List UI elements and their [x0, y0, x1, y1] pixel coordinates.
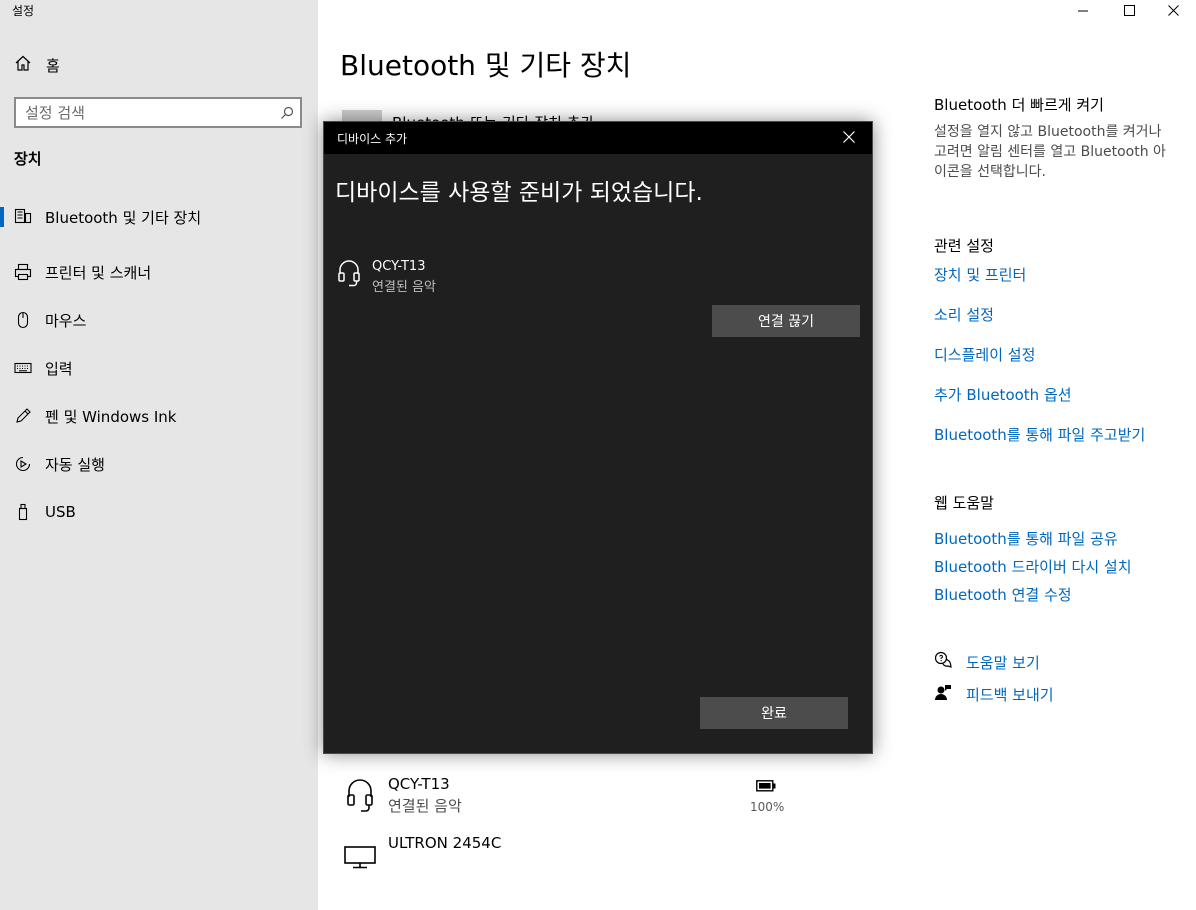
- search-icon[interactable]: [274, 106, 300, 120]
- sidebar-item-mouse[interactable]: 마우스: [0, 296, 318, 344]
- dialog-device-item: QCY-T13 연결된 음악: [337, 259, 436, 295]
- device-name: ULTRON 2454C: [388, 834, 502, 852]
- done-button[interactable]: 완료: [700, 697, 848, 729]
- chat-help-icon: [934, 651, 952, 673]
- sidebar: 설정 홈 장치 Bluetooth 및 기타 장치 프린터 및 스캐너: [0, 0, 318, 910]
- sidebar-nav: Bluetooth 및 기타 장치 프린터 및 스캐너 마우스 입력 펜 및 W…: [0, 200, 318, 536]
- minimize-button[interactable]: [1060, 0, 1106, 20]
- link-sound-settings[interactable]: 소리 설정: [934, 304, 994, 325]
- battery-percent: 100%: [750, 800, 785, 814]
- give-feedback-link[interactable]: 피드백 보내기: [934, 683, 1054, 705]
- feedback-icon: [934, 683, 952, 705]
- give-feedback-label: 피드백 보내기: [966, 685, 1054, 704]
- get-help-link[interactable]: 도움말 보기: [934, 651, 1040, 673]
- link-reinstall-driver[interactable]: Bluetooth 드라이버 다시 설치: [934, 556, 1132, 577]
- device-item-qcy[interactable]: QCY-T13 연결된 음악: [340, 775, 462, 816]
- sidebar-item-typing[interactable]: 입력: [0, 344, 318, 392]
- minimize-icon: [1078, 1, 1088, 20]
- sidebar-item-label: 프린터 및 스캐너: [45, 263, 152, 282]
- sidebar-item-bluetooth[interactable]: Bluetooth 및 기타 장치: [0, 200, 318, 248]
- dialog-heading: 디바이스를 사용할 준비가 되었습니다.: [335, 180, 703, 206]
- disconnect-button[interactable]: 연결 끊기: [712, 305, 860, 337]
- device-name: QCY-T13: [388, 775, 450, 793]
- battery-icon: [756, 777, 776, 796]
- faster-heading: Bluetooth 더 빠르게 켜기: [934, 96, 1104, 114]
- sidebar-item-printers[interactable]: 프린터 및 스캐너: [0, 248, 318, 296]
- maximize-icon: [1123, 1, 1135, 20]
- keyboard-icon: [14, 359, 32, 377]
- link-share-files[interactable]: Bluetooth를 통해 파일 공유: [934, 528, 1118, 549]
- home-label: 홈: [46, 56, 60, 75]
- close-icon: [1167, 1, 1179, 20]
- sidebar-item-autoplay[interactable]: 자동 실행: [0, 440, 318, 488]
- bluetooth-devices-icon: [14, 207, 32, 225]
- headset-icon: [337, 259, 361, 295]
- dialog-titlebar: 디바이스 추가: [324, 122, 872, 154]
- sidebar-item-label: 펜 및 Windows Ink: [45, 407, 177, 426]
- search-box: [14, 97, 302, 128]
- dialog-title: 디바이스 추가: [337, 131, 408, 146]
- link-more-bluetooth-options[interactable]: 추가 Bluetooth 옵션: [934, 384, 1072, 405]
- home-icon: [14, 54, 32, 76]
- home-nav-item[interactable]: 홈: [14, 54, 60, 76]
- link-display-settings[interactable]: 디스플레이 설정: [934, 344, 1035, 365]
- mouse-icon: [14, 311, 32, 329]
- autoplay-icon: [14, 455, 32, 473]
- sidebar-item-label: USB: [45, 503, 76, 521]
- device-item-ultron[interactable]: ULTRON 2454C: [340, 834, 501, 874]
- pen-icon: [14, 407, 32, 425]
- dialog-device-status: 연결된 음악: [372, 280, 436, 295]
- app-title: 설정: [12, 4, 35, 18]
- sidebar-item-label: 마우스: [45, 311, 87, 330]
- device-status: 연결된 음악: [388, 797, 462, 815]
- dialog-device-name: QCY-T13: [372, 259, 426, 274]
- add-device-dialog: 디바이스 추가 디바이스를 사용할 준비가 되었습니다. QCY-T13 연결된…: [323, 121, 873, 754]
- headset-icon: [340, 775, 380, 815]
- link-send-receive-files[interactable]: Bluetooth를 통해 파일 주고받기: [934, 424, 1145, 445]
- window-close-button[interactable]: [1150, 0, 1196, 20]
- search-input[interactable]: [16, 99, 274, 126]
- link-fix-connection[interactable]: Bluetooth 연결 수정: [934, 584, 1072, 605]
- faster-description: 설정을 열지 않고 Bluetooth를 켜거나 고려면 알림 센터를 열고 B…: [934, 124, 1166, 180]
- sidebar-item-usb[interactable]: USB: [0, 488, 318, 536]
- section-title: 장치: [14, 150, 42, 168]
- sidebar-item-label: 입력: [45, 359, 73, 378]
- page-title: Bluetooth 및 기타 장치: [340, 49, 632, 82]
- maximize-button[interactable]: [1106, 0, 1152, 20]
- printer-icon: [14, 263, 32, 281]
- get-help-label: 도움말 보기: [966, 653, 1040, 672]
- sidebar-item-label: 자동 실행: [45, 455, 105, 474]
- usb-icon: [14, 503, 32, 521]
- web-help-heading: 웹 도움말: [934, 494, 994, 512]
- link-devices-printers[interactable]: 장치 및 프린터: [934, 264, 1026, 285]
- sidebar-item-label: Bluetooth 및 기타 장치: [45, 209, 202, 227]
- battery-indicator: 100%: [750, 777, 785, 814]
- related-settings-heading: 관련 설정: [934, 237, 994, 255]
- close-icon: [843, 130, 855, 146]
- monitor-icon: [340, 834, 380, 874]
- dialog-close-button[interactable]: [826, 122, 872, 154]
- sidebar-item-pen[interactable]: 펜 및 Windows Ink: [0, 392, 318, 440]
